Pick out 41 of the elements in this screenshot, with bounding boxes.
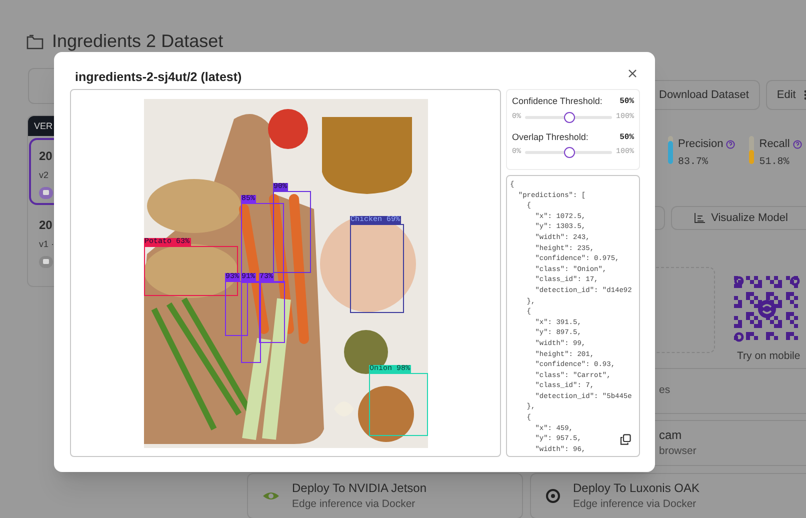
- slider-thumb[interactable]: [564, 147, 574, 158]
- metric-value: 51.8%: [759, 156, 790, 170]
- deploy-card[interactable]: Deploy To NVIDIA Jetson Edge inference via Docker: [247, 473, 523, 518]
- deploy-subtitle: Edge inference via Docker: [573, 497, 698, 512]
- threshold-label: Overlap Threshold:: [512, 130, 588, 144]
- folder-icon: [26, 34, 44, 50]
- close-button[interactable]: [626, 67, 638, 79]
- qr-code-icon: [734, 276, 800, 342]
- slider-thumb[interactable]: [564, 112, 574, 123]
- version-label: v2: [39, 169, 49, 182]
- chart-icon: [694, 213, 706, 223]
- deploy-title: cam: [659, 427, 683, 444]
- deploy-title: Deploy To NVIDIA Jetson: [292, 480, 427, 498]
- eye-logo-icon: [262, 490, 280, 502]
- version-date: 20: [39, 148, 54, 165]
- metric-label: Recall: [759, 137, 790, 152]
- more-icon: [804, 90, 806, 100]
- threshold-label: Confidence Threshold:: [512, 95, 602, 108]
- help-icon: [792, 140, 802, 149]
- target-icon: [545, 488, 561, 504]
- action-button[interactable]: Edit: [766, 80, 806, 110]
- image-icon: [39, 186, 53, 198]
- deploy-subtitle: browser: [659, 444, 696, 460]
- copy-button[interactable]: [619, 433, 631, 445]
- version-label: v1 ·: [39, 238, 54, 251]
- metric-value: 83.7%: [678, 156, 710, 170]
- qr-caption: Try on mobile: [737, 349, 800, 364]
- deploy-card[interactable]: Deploy To Luxonis OAK Edge inference via Docker: [530, 473, 806, 518]
- image-icon: [39, 256, 53, 268]
- threshold-value: 50%: [620, 96, 634, 108]
- deploy-title: Deploy To Luxonis OAK: [573, 480, 700, 498]
- metric-label: Precision: [678, 137, 724, 152]
- deploy-subtitle: es: [659, 383, 670, 398]
- modal-title: ingredients-2-sj4ut/2 (latest): [75, 69, 242, 86]
- version-date: 20: [39, 217, 54, 234]
- threshold-value: 50%: [620, 132, 634, 144]
- version-card[interactable]: 20 v1 ·: [29, 207, 115, 274]
- page-title: Ingredients 2 Dataset: [52, 30, 224, 53]
- help-icon: [726, 140, 736, 149]
- visualize-model-button[interactable]: Visualize Model: [671, 206, 806, 230]
- deploy-subtitle: Edge inference via Docker: [292, 497, 416, 512]
